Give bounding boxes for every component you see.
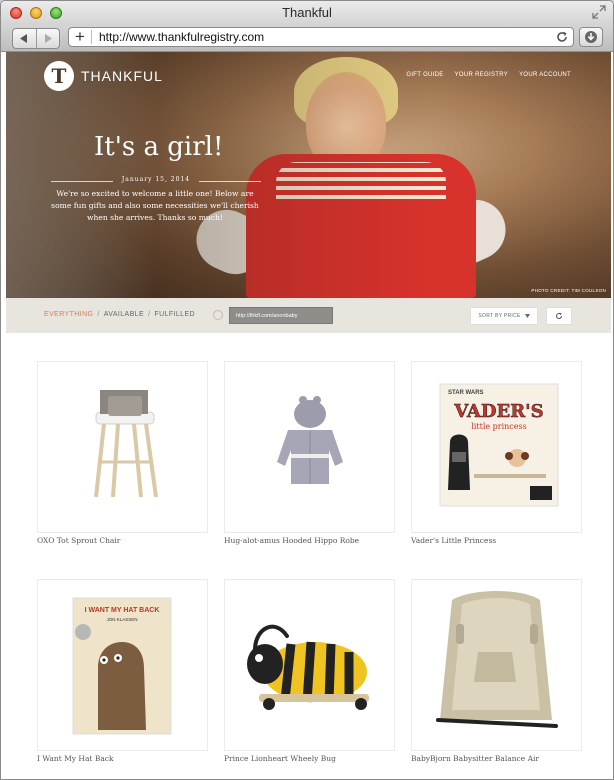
babysitter-balance-image (436, 591, 558, 728)
filter-separator: / (97, 311, 100, 318)
caret-down-icon (524, 314, 530, 318)
product-name[interactable]: Vader's Little Princess (411, 536, 496, 545)
product-name[interactable]: Hug-alot-amus Hooded Hippo Robe (224, 536, 359, 545)
hero-message: We're so excited to welcome a little one… (51, 189, 259, 222)
nav-your-registry[interactable]: YOUR REGISTRY (455, 72, 508, 78)
cover-title: I WANT MY HAT BACK (85, 607, 160, 614)
product-card[interactable] (37, 361, 208, 533)
forward-arrow-icon (44, 34, 52, 43)
product-name[interactable]: BabyBjorn Babysitter Balance Air (411, 754, 539, 763)
filter-everything[interactable]: EVERYTHING (44, 311, 93, 318)
date-rule-right (199, 181, 261, 182)
hero-overlay (6, 52, 611, 298)
window-title: Thankful (282, 5, 332, 20)
photo-credit: PHOTO CREDIT: TIM COULSON (531, 288, 606, 293)
product-card[interactable] (411, 579, 582, 751)
hero-heading: It's a girl! (94, 132, 224, 162)
vaders-little-princess-cover: STAR WARS VADER'S little princess (439, 383, 559, 507)
forward-button[interactable] (35, 29, 60, 48)
hero-date-row: January 15, 2014 (51, 176, 261, 186)
hero-banner: T THANKFUL GIFT GUIDE YOUR REGISTRY YOUR… (6, 52, 611, 298)
product-name[interactable]: Prince Lionheart Wheely Bug (224, 754, 336, 763)
url-text[interactable]: http://www.thankfulregistry.com (99, 30, 264, 44)
browser-toolbar: + http://www.thankfulregistry.com (1, 25, 613, 52)
back-arrow-icon (20, 34, 28, 43)
filter-separator: / (148, 311, 151, 318)
reload-icon[interactable] (555, 30, 569, 44)
product-name[interactable]: I Want My Hat Back (37, 754, 114, 763)
nav-gift-guide[interactable]: GIFT GUIDE (406, 72, 443, 78)
product-card[interactable] (224, 579, 395, 751)
cover-title-line-1: VADER'S (453, 401, 543, 422)
url-divider (91, 30, 92, 44)
cover-author: JON KLASSEN (106, 617, 137, 622)
product-card[interactable] (224, 361, 395, 533)
i-want-my-hat-back-cover: I WANT MY HAT BACK JON KLASSEN (72, 597, 172, 735)
product-name[interactable]: OXO Tot Sprout Chair (37, 536, 120, 545)
thankful-logo-icon[interactable]: T (44, 61, 74, 91)
high-chair-image (94, 390, 158, 498)
downloads-button[interactable] (579, 27, 603, 47)
history-nav (12, 28, 60, 49)
product-card[interactable]: STAR WARS VADER'S little princess (411, 361, 582, 533)
nav-your-account[interactable]: YOUR ACCOUNT (519, 72, 571, 78)
back-button[interactable] (13, 29, 36, 48)
product-card[interactable]: I WANT MY HAT BACK JON KLASSEN (37, 579, 208, 751)
fullscreen-icon[interactable] (592, 5, 606, 19)
download-icon (585, 31, 597, 43)
title-bar: Thankful (1, 1, 613, 25)
site-logo-text[interactable]: THANKFUL (81, 68, 163, 84)
filter-bar: EVERYTHING / AVAILABLE / FULFILLED http://th… (6, 298, 611, 333)
filter-available[interactable]: AVAILABLE (104, 311, 144, 318)
browser-window: Thankful + http://www.thankfulregistry.c… (0, 0, 614, 780)
hippo-robe-image (277, 396, 343, 484)
refresh-button[interactable] (546, 307, 572, 325)
share-url-field[interactable]: http://thkfl.com/anonbaby (229, 307, 333, 324)
sort-dropdown[interactable]: SORT BY PRICE (470, 307, 538, 325)
page-content: T THANKFUL GIFT GUIDE YOUR REGISTRY YOUR… (6, 52, 611, 779)
link-icon (213, 310, 223, 320)
refresh-icon (556, 312, 562, 319)
add-bookmark-icon[interactable]: + (75, 28, 85, 45)
filter-fulfilled[interactable]: FULFILLED (154, 311, 195, 318)
cover-title-line-2: little princess (471, 422, 526, 431)
top-navigation: GIFT GUIDE YOUR REGISTRY YOUR ACCOUNT (406, 72, 571, 78)
filter-tabs: EVERYTHING / AVAILABLE / FULFILLED (44, 311, 195, 318)
sort-label: SORT BY PRICE (478, 313, 521, 319)
wheely-bug-image (247, 624, 369, 710)
address-bar[interactable]: + http://www.thankfulregistry.com (68, 27, 574, 47)
cover-brand: STAR WARS (448, 390, 484, 396)
